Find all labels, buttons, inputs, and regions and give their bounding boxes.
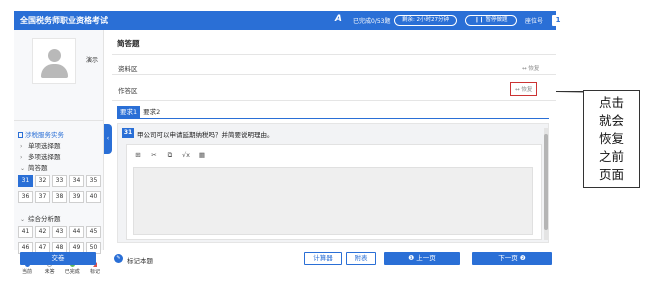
- collapse-panel-handle[interactable]: ‹: [104, 124, 112, 154]
- annotation-line: 就会: [598, 113, 624, 128]
- calculator-button[interactable]: 计算器: [304, 252, 342, 265]
- app-header: 全国税务师职业资格考试 A 已完成0/53题 剩余: 2小时27分钟 ❙❙ 暂停…: [14, 11, 564, 30]
- user-name: 演示: [86, 57, 99, 64]
- formula-icon[interactable]: √x: [181, 150, 191, 160]
- answer-area-label: 作答区: [118, 87, 138, 95]
- question-text: 甲公司可以申请延期纳税吗？并简要说明理由。: [137, 131, 274, 139]
- question-cell[interactable]: 34: [69, 175, 84, 187]
- chevron-down-icon: ⌄: [20, 216, 26, 223]
- copy-icon[interactable]: ⧉: [165, 150, 175, 160]
- analysis-grid: 41 42 43 44 45 46 47 48 49 50: [18, 226, 101, 254]
- nav-group-label: 单项选择题: [28, 142, 61, 150]
- material-area-label: 资料区: [118, 65, 138, 73]
- submit-exam-button[interactable]: 交卷: [20, 252, 96, 265]
- legend-label: 已完成: [64, 269, 80, 275]
- tab-underline: [117, 118, 549, 119]
- question-cell[interactable]: 37: [35, 191, 50, 203]
- divider: [14, 120, 104, 121]
- question-cell[interactable]: 42: [35, 226, 50, 238]
- insert-icon[interactable]: ⊞: [133, 150, 143, 160]
- avatar: [32, 38, 76, 84]
- question-cell[interactable]: 38: [52, 191, 67, 203]
- annotation-callout: 点击 就会 恢复 之前 页面: [583, 90, 640, 188]
- divider: [112, 100, 556, 101]
- question-cell[interactable]: 43: [52, 226, 67, 238]
- annotation-line: 恢复: [598, 131, 624, 146]
- question-cell[interactable]: 44: [69, 226, 84, 238]
- question-cell[interactable]: 45: [86, 226, 101, 238]
- question-panel: 31 甲公司可以申请延期纳税吗？并简要说明理由。 ⊞ ✂ ⧉ √x ▦: [117, 123, 549, 243]
- seat-number: 1: [552, 15, 564, 26]
- nav-group-multi-choice[interactable]: › 多项选择题: [20, 151, 61, 161]
- scrollbar-thumb[interactable]: [544, 134, 548, 230]
- annotation-line: 之前: [598, 149, 624, 164]
- question-cell[interactable]: 33: [52, 175, 67, 187]
- cut-icon[interactable]: ✂: [149, 150, 159, 160]
- question-cell[interactable]: 40: [86, 191, 101, 203]
- font-size-icon[interactable]: A: [335, 14, 342, 24]
- footer-bar: 交卷 ✎ 标记本题 计算器 附表 ❶ 上一页 下一页 ❷: [14, 252, 556, 266]
- appendix-button[interactable]: 附表: [346, 252, 376, 265]
- question-cell[interactable]: 41: [18, 226, 33, 238]
- question-cell[interactable]: 36: [18, 191, 33, 203]
- chevron-left-icon: ‹: [106, 135, 110, 142]
- exam-title: 全国税务师职业资格考试: [20, 16, 108, 25]
- tab-requirement-2[interactable]: 要求2: [140, 106, 163, 118]
- nav-group-label: 简答题: [28, 164, 48, 172]
- answered-count: 已完成0/53题: [353, 18, 391, 25]
- chevron-right-icon: ›: [20, 143, 23, 150]
- nav-group-analysis[interactable]: ⌄ 综合分析题: [20, 213, 61, 223]
- annotation-line: 页面: [598, 167, 624, 182]
- requirement-tabs: 要求1 要求2: [117, 106, 163, 118]
- legend-label: 标记: [89, 269, 100, 275]
- document-icon: [18, 132, 23, 138]
- question-cell[interactable]: 31: [18, 175, 33, 187]
- main-content: 简答题 资料区 ↔ 恢复 作答区 ↔ 恢复 要求1 要求2 31 甲公司可以申请…: [112, 30, 556, 250]
- question-cell[interactable]: 35: [86, 175, 101, 187]
- question-number-badge: 31: [122, 128, 134, 138]
- nav-group-label: 综合分析题: [28, 215, 61, 223]
- nav-group-short-answer[interactable]: ⌄ 简答题: [20, 162, 48, 172]
- subject-label: 涉税服务实务: [25, 131, 64, 139]
- pause-label: 暂停做题: [485, 17, 508, 23]
- flag-question-label[interactable]: 标记本题: [127, 255, 153, 265]
- seat-label: 座位号: [525, 18, 544, 25]
- short-answer-grid: 31 32 33 34 35 36 37 38 39 40: [18, 175, 101, 203]
- annotation-line: 点击: [598, 95, 624, 110]
- question-cell[interactable]: 39: [69, 191, 84, 203]
- editor-toolbar: ⊞ ✂ ⧉ √x ▦: [133, 150, 207, 160]
- flag-question-icon[interactable]: ✎: [114, 254, 123, 263]
- chevron-right-icon: ›: [20, 154, 23, 161]
- next-page-button[interactable]: 下一页 ❷: [472, 252, 552, 265]
- tab-requirement-1[interactable]: 要求1: [117, 106, 141, 118]
- subject-title[interactable]: 涉税服务实务: [18, 129, 64, 139]
- table-icon[interactable]: ▦: [197, 150, 207, 160]
- annotation-text: 点击 就会 恢复 之前 页面: [584, 94, 639, 184]
- answer-restore-button[interactable]: ↔ 恢复: [510, 82, 538, 96]
- divider: [112, 54, 556, 55]
- question-navigator: 演示 涉税服务实务 › 单项选择题 › 多项选择题 ⌄ 简答题 31 32 33 34…: [14, 30, 104, 275]
- chevron-down-icon: ⌄: [20, 165, 26, 172]
- material-restore-button[interactable]: ↔ 恢复: [522, 64, 539, 72]
- pause-button[interactable]: ❙❙ 暂停做题: [465, 15, 517, 26]
- callout-line: [555, 91, 586, 93]
- legend-label: 未答: [44, 269, 55, 275]
- scrollbar[interactable]: [544, 128, 548, 240]
- nav-group-single-choice[interactable]: › 单项选择题: [20, 140, 61, 150]
- countdown-timer: 剩余: 2小时27分钟: [394, 15, 457, 26]
- answer-editor[interactable]: ⊞ ✂ ⧉ √x ▦: [126, 144, 542, 240]
- answer-textarea[interactable]: [133, 167, 533, 235]
- question-type-title: 简答题: [117, 39, 140, 48]
- avatar-head-icon: [48, 49, 61, 62]
- prev-page-button[interactable]: ❶ 上一页: [384, 252, 460, 265]
- legend-label: 当前: [21, 269, 32, 275]
- nav-group-label: 多项选择题: [28, 153, 61, 161]
- divider: [112, 74, 556, 75]
- avatar-body-icon: [41, 64, 68, 78]
- question-cell[interactable]: 32: [35, 175, 50, 187]
